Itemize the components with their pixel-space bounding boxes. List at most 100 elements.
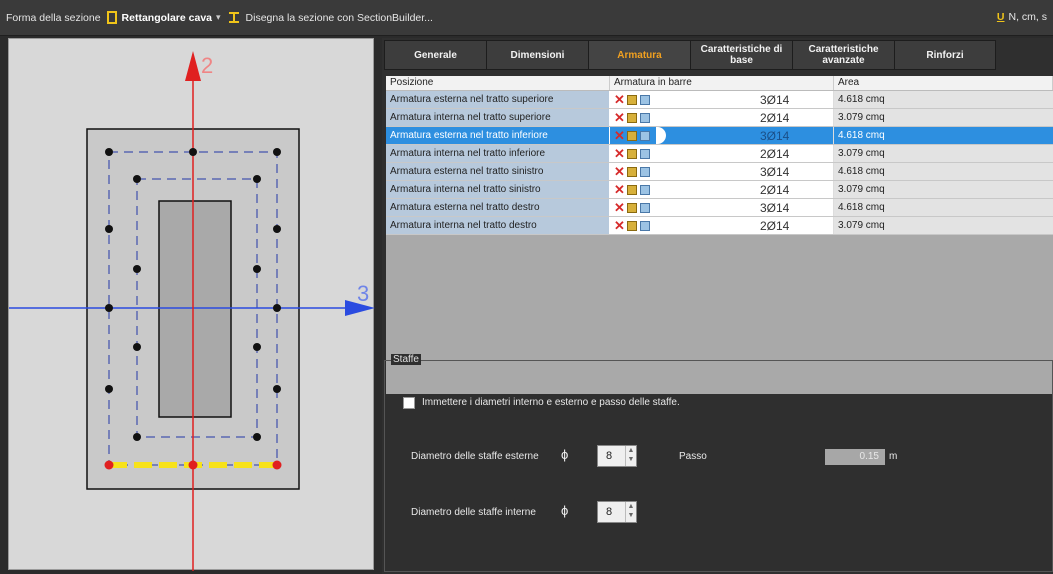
edit-bars-icon[interactable] (627, 185, 637, 195)
tab-armatura[interactable]: Armatura (588, 40, 690, 70)
table-row[interactable]: Armatura interna nel tratto inferiore ✕ 2Ø… (386, 145, 1053, 163)
units-key: U (996, 11, 1005, 23)
rebar (133, 343, 141, 351)
cell-posizione[interactable]: Armatura esterna nel tratto sinistro (386, 163, 610, 180)
cell-posizione[interactable]: Armatura esterna nel tratto superiore (386, 91, 610, 108)
phi-symbol: ϕ (561, 447, 569, 462)
staffe-checkbox[interactable] (403, 397, 415, 409)
header-area[interactable]: Area (834, 76, 1053, 90)
bars-value: 2Ø14 (760, 147, 790, 161)
section-builder-link[interactable]: Disegna la sezione con SectionBuilder... (246, 12, 433, 24)
table-row[interactable]: Armatura esterna nel tratto destro ✕ 3Ø14 4… (386, 199, 1053, 217)
table-row[interactable]: Armatura interna nel tratto destro ✕ 2Ø14 3… (386, 217, 1053, 235)
internal-stirrup-stepper[interactable]: 8 ▲ ▼ (597, 501, 637, 523)
section-shape-label: Forma della sezione (6, 11, 101, 24)
staffe-checkbox-label[interactable]: Immettere i diametri interno e esterno e… (422, 397, 680, 408)
tab-dimensioni[interactable]: Dimensioni (486, 40, 588, 70)
bars-value: 2Ø14 (760, 183, 790, 197)
staffe-legend: Staffe (391, 354, 421, 365)
edit-bars-icon[interactable] (627, 131, 637, 141)
cell-posizione[interactable]: Armatura interna nel tratto inferiore (386, 145, 610, 162)
cell-area: 4.618 cmq (834, 199, 1053, 216)
delete-icon[interactable]: ✕ (614, 147, 625, 160)
copy-icon[interactable] (640, 95, 650, 105)
copy-icon[interactable] (640, 185, 650, 195)
passo-input[interactable]: 0.15 (825, 449, 885, 465)
external-stirrup-stepper[interactable]: 8 ▲ ▼ (597, 445, 637, 467)
tab-bar: Generale Dimensioni Armatura Caratterist… (384, 40, 996, 70)
table-row[interactable]: Armatura interna nel tratto sinistro ✕ 2Ø1… (386, 181, 1053, 199)
rebar (189, 148, 197, 156)
bars-value: 3Ø14 (760, 93, 790, 107)
cell-armatura-in-barre[interactable]: ✕ 3Ø14 (610, 91, 834, 108)
edit-bars-icon[interactable] (627, 113, 637, 123)
delete-icon[interactable]: ✕ (614, 183, 625, 196)
cell-armatura-in-barre[interactable]: ✕ 3Ø14 (610, 199, 834, 216)
tab-caratteristiche-di-base[interactable]: Caratteristiche di base (690, 40, 792, 70)
table-row[interactable]: Armatura esterna nel tratto sinistro ✕ 3Ø1… (386, 163, 1053, 181)
tab-rinforzi[interactable]: Rinforzi (894, 40, 996, 70)
table-body: Armatura esterna nel tratto superiore ✕ 3Ø… (386, 91, 1053, 235)
delete-icon[interactable]: ✕ (614, 93, 625, 106)
rebar (133, 433, 141, 441)
cell-posizione[interactable]: Armatura esterna nel tratto inferiore (386, 127, 610, 144)
cell-armatura-in-barre[interactable]: ✕ 2Ø14 (610, 181, 834, 198)
staffe-group: Staffe Immettere i diametri interno e es… (384, 354, 1053, 572)
units-selector[interactable]: U N, cm, s (997, 11, 1047, 23)
delete-icon[interactable]: ✕ (614, 201, 625, 214)
edit-bars-icon[interactable] (627, 203, 637, 213)
delete-icon[interactable]: ✕ (614, 165, 625, 178)
cell-posizione[interactable]: Armatura esterna nel tratto destro (386, 199, 610, 216)
rebar (133, 265, 141, 273)
cell-area: 3.079 cmq (834, 217, 1053, 234)
cell-area: 3.079 cmq (834, 145, 1053, 162)
stepper-arrows-icon[interactable]: ▲ ▼ (625, 446, 636, 466)
copy-icon[interactable] (640, 221, 650, 231)
edit-bars-icon[interactable] (627, 149, 637, 159)
cell-posizione[interactable]: Armatura interna nel tratto superiore (386, 109, 610, 126)
copy-icon[interactable] (640, 149, 650, 159)
axis-2-arrow (185, 51, 201, 81)
rebar (253, 343, 261, 351)
table-row[interactable]: Armatura esterna nel tratto inferiore ✕ 3Ø… (386, 127, 1053, 145)
rebar (105, 225, 113, 233)
properties-panel: Generale Dimensioni Armatura Caratterist… (382, 38, 1053, 574)
cell-armatura-in-barre[interactable]: ✕ 3Ø14 (610, 127, 834, 144)
rebar (105, 385, 113, 393)
edit-bars-icon[interactable] (627, 167, 637, 177)
table-row[interactable]: Armatura esterna nel tratto superiore ✕ 3Ø… (386, 91, 1053, 109)
external-stirrup-label: Diametro delle staffe esterne (411, 451, 539, 462)
rebar (273, 225, 281, 233)
bars-value: 2Ø14 (760, 111, 790, 125)
cell-armatura-in-barre[interactable]: ✕ 2Ø14 (610, 217, 834, 234)
bars-value: 2Ø14 (760, 219, 790, 233)
rebar-selected (272, 460, 282, 470)
cell-posizione[interactable]: Armatura interna nel tratto sinistro (386, 181, 610, 198)
copy-icon[interactable] (640, 167, 650, 177)
header-armatura-in-barre[interactable]: Armatura in barre (610, 76, 834, 90)
chevron-down-icon[interactable]: ▾ (216, 12, 221, 23)
header-posizione[interactable]: Posizione (386, 76, 610, 90)
cell-armatura-in-barre[interactable]: ✕ 3Ø14 (610, 163, 834, 180)
rebar (253, 265, 261, 273)
copy-icon[interactable] (640, 203, 650, 213)
delete-icon[interactable]: ✕ (614, 219, 625, 232)
tab-caratteristiche-avanzate[interactable]: Caratteristiche avanzate (792, 40, 894, 70)
hollow-rectangle-icon (106, 11, 117, 24)
section-drawing-canvas[interactable]: 3 2 (8, 38, 375, 571)
copy-icon[interactable] (640, 131, 650, 141)
delete-icon[interactable]: ✕ (614, 111, 625, 124)
cell-posizione[interactable]: Armatura interna nel tratto destro (386, 217, 610, 234)
rebar (253, 175, 261, 183)
tab-generale[interactable]: Generale (384, 40, 486, 70)
edit-bars-icon[interactable] (627, 95, 637, 105)
edit-bars-icon[interactable] (627, 221, 637, 231)
section-shape-dropdown[interactable]: Rettangolare cava (122, 12, 212, 24)
rebar (273, 148, 281, 156)
stepper-arrows-icon[interactable]: ▲ ▼ (625, 502, 636, 522)
copy-icon[interactable] (640, 113, 650, 123)
cell-armatura-in-barre[interactable]: ✕ 2Ø14 (610, 109, 834, 126)
cell-armatura-in-barre[interactable]: ✕ 2Ø14 (610, 145, 834, 162)
table-row[interactable]: Armatura interna nel tratto superiore ✕ 2Ø… (386, 109, 1053, 127)
delete-icon[interactable]: ✕ (614, 129, 625, 142)
